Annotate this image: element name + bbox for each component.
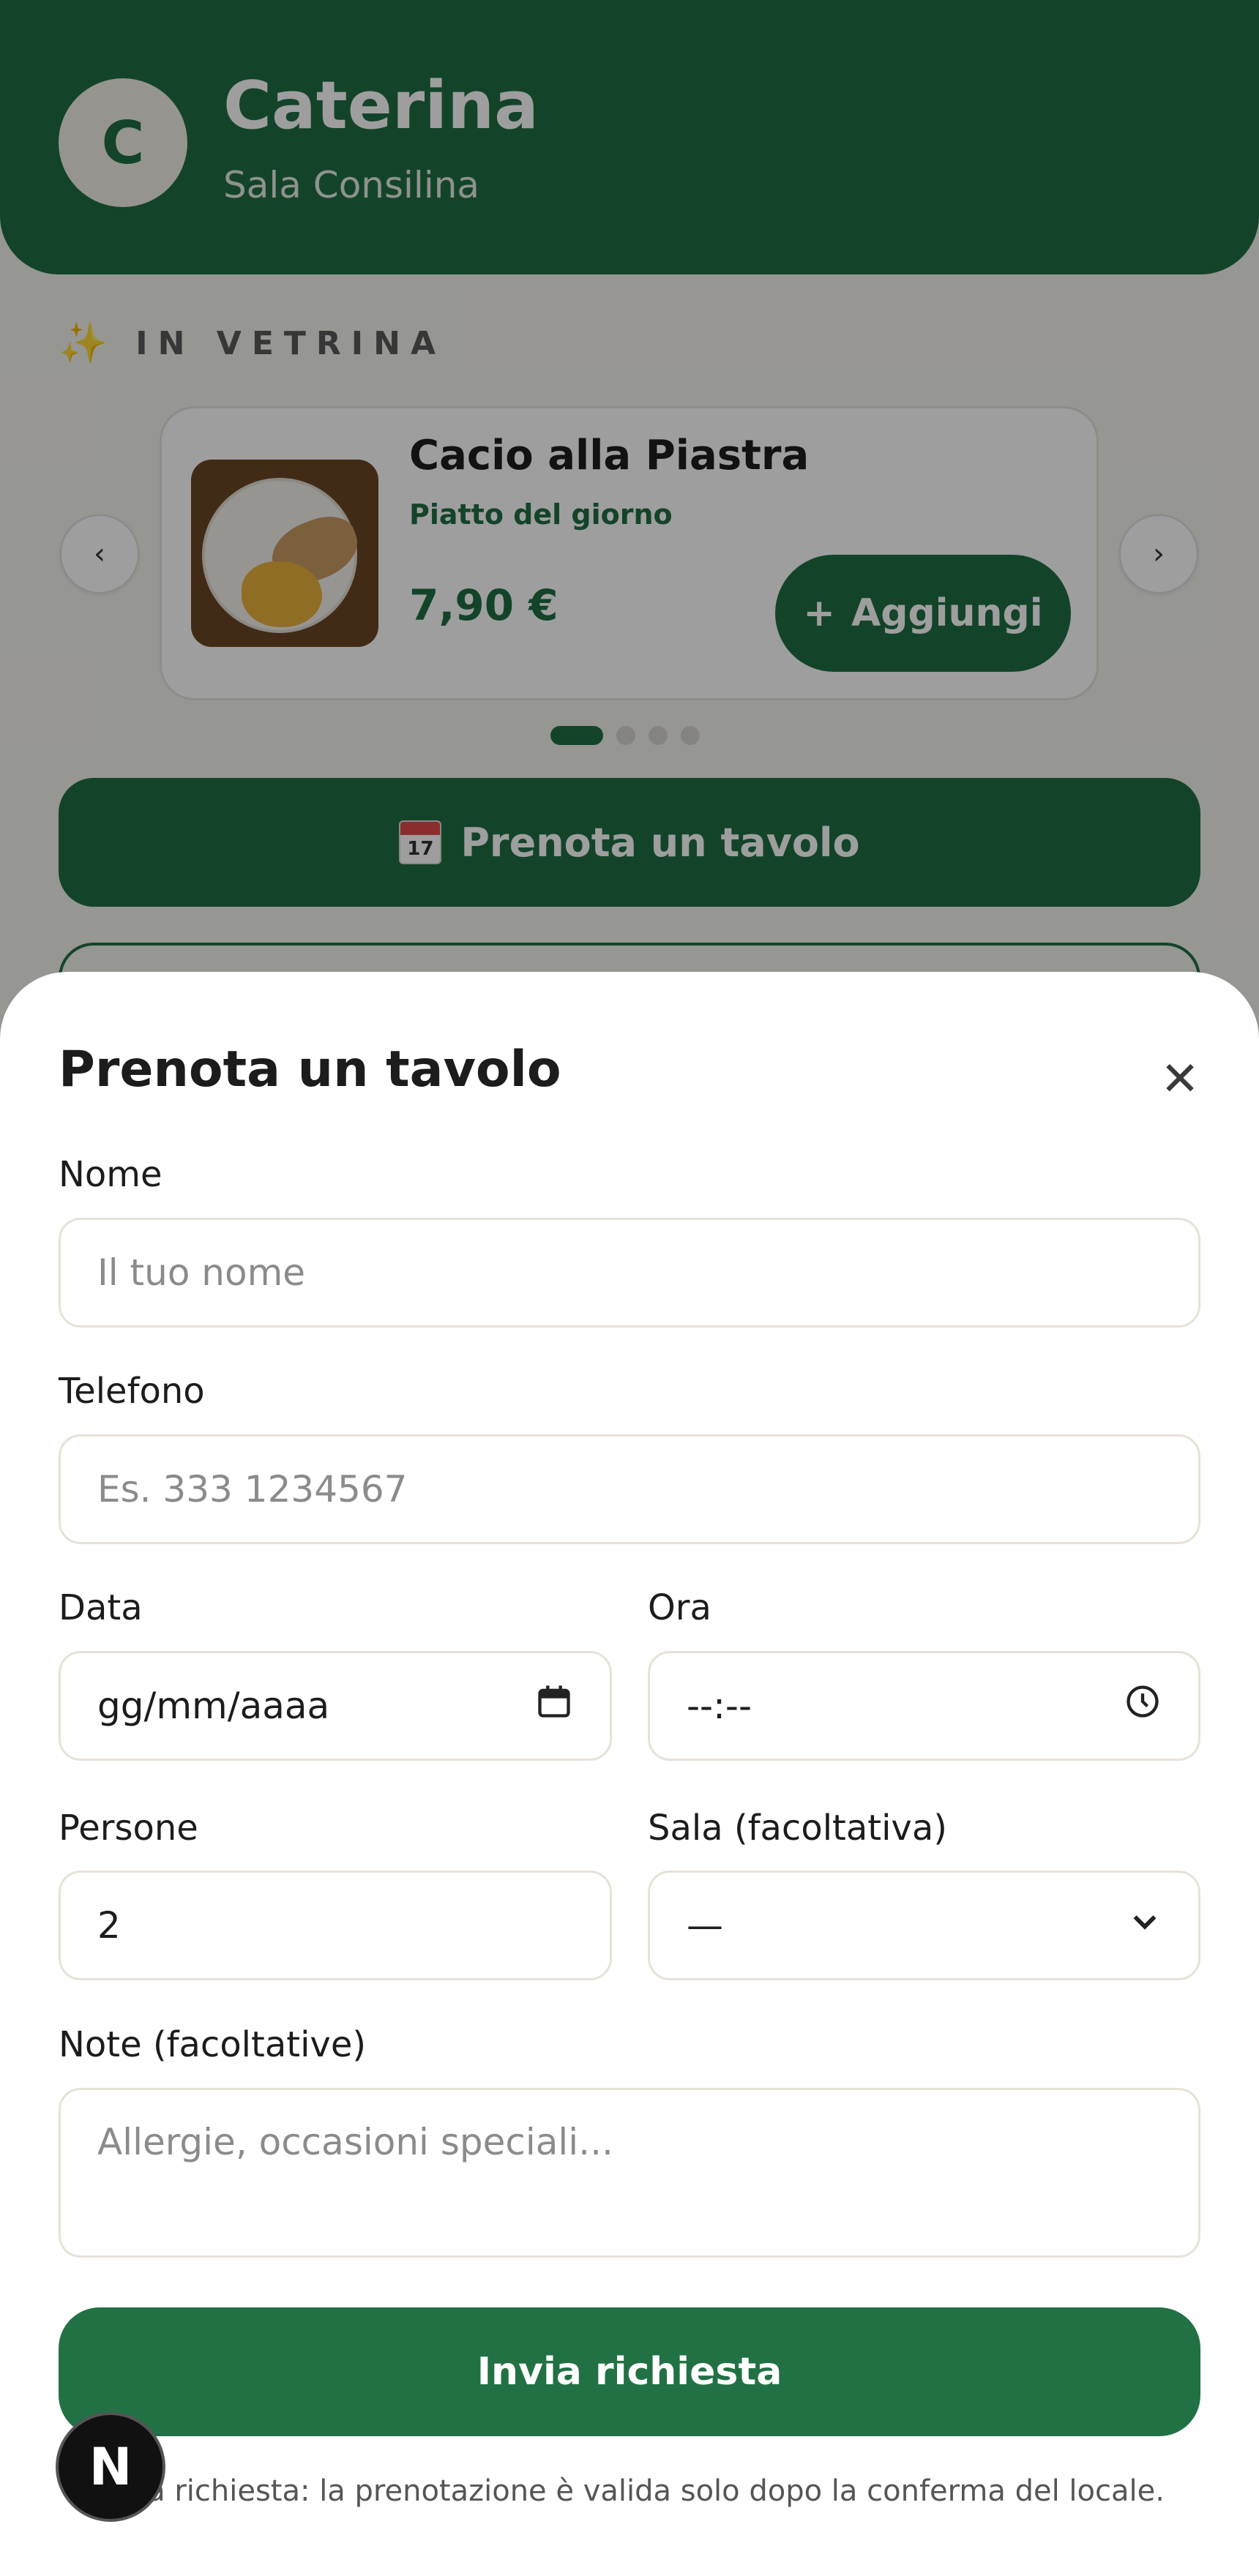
- room-value: —: [687, 1904, 723, 1947]
- name-input[interactable]: [59, 1218, 1200, 1328]
- time-value: --:--: [687, 1685, 752, 1727]
- date-label: Data: [59, 1587, 143, 1628]
- close-icon: ✕: [1160, 1052, 1200, 1107]
- submit-request-label: Invia richiesta: [477, 2350, 782, 2394]
- room-select[interactable]: —: [648, 1871, 1200, 1980]
- date-value: gg/mm/aaaa: [97, 1685, 330, 1727]
- submit-request-button[interactable]: Invia richiesta: [59, 2307, 1200, 2436]
- people-value: 2: [97, 1904, 121, 1947]
- people-input[interactable]: 2: [59, 1871, 612, 1980]
- date-input[interactable]: gg/mm/aaaa: [59, 1651, 612, 1761]
- time-input[interactable]: --:--: [648, 1651, 1200, 1761]
- notes-textarea[interactable]: [59, 2088, 1200, 2258]
- phone-input[interactable]: [59, 1434, 1200, 1544]
- close-button[interactable]: ✕: [1153, 1052, 1207, 1107]
- dev-tools-badge[interactable]: N: [56, 2412, 165, 2522]
- room-label: Sala (facoltativa): [648, 1808, 947, 1849]
- dev-tools-letter: N: [89, 2437, 132, 2497]
- notes-label: Note (facoltative): [59, 2024, 367, 2065]
- phone-label: Telefono: [59, 1371, 205, 1412]
- name-label: Nome: [59, 1154, 162, 1195]
- clock-icon[interactable]: [1124, 1682, 1162, 1729]
- time-label: Ora: [648, 1587, 711, 1628]
- chevron-down-icon: [1128, 1904, 1162, 1947]
- booking-disclaimer: la richiesta: la prenotazione è valida s…: [139, 2474, 1165, 2508]
- calendar-icon[interactable]: [535, 1682, 573, 1729]
- sheet-title: Prenota un tavolo: [59, 1041, 561, 1098]
- booking-sheet: Prenota un tavolo ✕ Nome Telefono Data g…: [0, 972, 1259, 2576]
- people-label: Persone: [59, 1808, 198, 1849]
